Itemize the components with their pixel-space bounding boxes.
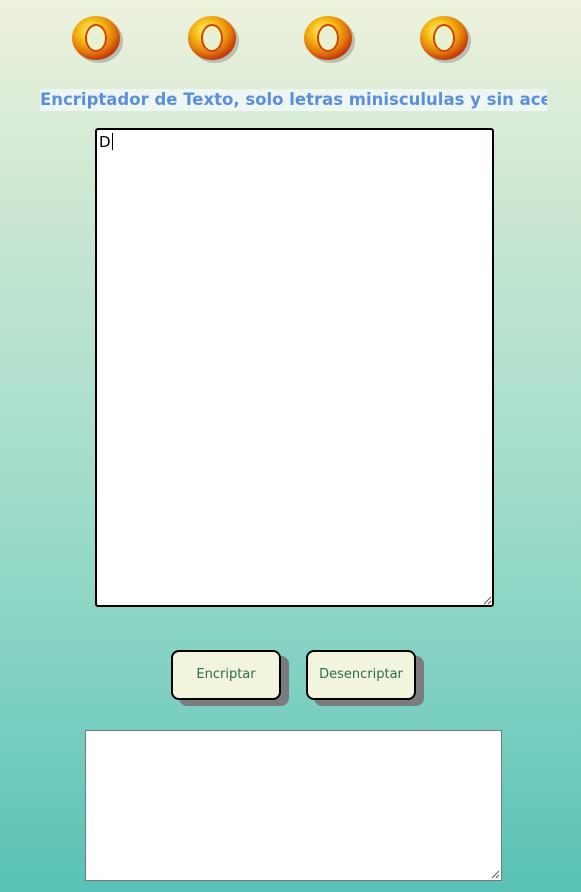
logo-row [0, 13, 581, 67]
gold-ring-icon [69, 13, 125, 65]
page-title: Encriptador de Texto, solo letras minisc… [40, 89, 547, 111]
encrypt-button[interactable]: Encriptar [171, 650, 281, 700]
decrypt-button[interactable]: Desencriptar [306, 650, 416, 700]
text-input[interactable]: D [95, 128, 494, 607]
output-textarea[interactable] [85, 730, 502, 881]
gold-ring-icon [301, 13, 357, 65]
gold-ring-icon [417, 13, 473, 65]
gold-ring-icon [185, 13, 241, 65]
input-text: D [99, 133, 111, 151]
text-caret [111, 133, 113, 150]
